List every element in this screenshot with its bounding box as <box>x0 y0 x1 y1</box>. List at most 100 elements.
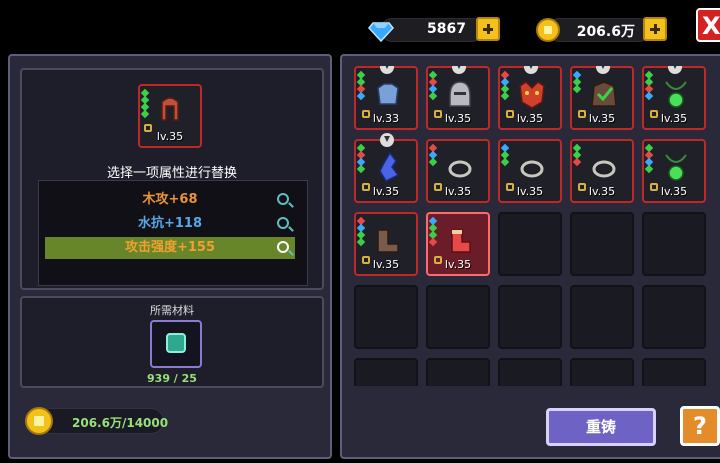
socket-gems <box>644 143 654 174</box>
add-gold-button[interactable] <box>643 17 667 41</box>
selected-item-slot[interactable]: lv.35 <box>138 84 202 148</box>
socket-gems <box>428 216 438 247</box>
recast-button[interactable]: 重铸 <box>546 408 656 446</box>
socket-gems <box>572 143 582 167</box>
attribute-option[interactable]: 水抗+118 <box>45 213 295 235</box>
upgrade-arrow-icon <box>380 133 394 147</box>
empty-slot[interactable] <box>426 285 490 349</box>
empty-slot[interactable] <box>498 212 562 276</box>
attribute-option-selected[interactable]: 攻击强度+155 <box>45 237 295 259</box>
boots-icon <box>161 97 179 121</box>
socket-gems <box>356 216 366 247</box>
boots-icon <box>377 229 399 253</box>
item-level: lv.35 <box>372 258 400 271</box>
close-button[interactable]: X <box>696 8 720 42</box>
help-button[interactable]: ? <box>680 406 720 446</box>
item-level: lv.35 <box>660 185 688 198</box>
inventory-item[interactable]: lv.35 <box>570 139 634 203</box>
empty-slot[interactable] <box>570 358 634 386</box>
rune-icon <box>166 333 186 353</box>
item-level: lv.35 <box>516 185 544 198</box>
inventory-item[interactable]: lv.35 <box>354 212 418 276</box>
socket-gems <box>500 143 510 167</box>
item-level: lv.35 <box>660 112 688 125</box>
helmet-icon <box>449 81 471 107</box>
item-level: lv.35 <box>588 185 616 198</box>
add-gems-button[interactable] <box>476 17 500 41</box>
empty-slot[interactable] <box>570 285 634 349</box>
attribute-section: lv.35 选择一项属性进行替换 木攻+68 水抗+118 攻击强度+155 <box>20 68 324 290</box>
socket-gems <box>428 70 438 101</box>
cloak-icon <box>591 81 617 107</box>
coin-icon <box>25 407 53 435</box>
inventory-item[interactable]: lv.35 <box>642 139 706 203</box>
inventory-item[interactable]: lv.35 <box>498 66 562 130</box>
armor-icon <box>377 83 399 105</box>
socket-gems <box>140 88 150 119</box>
empty-slot[interactable] <box>642 212 706 276</box>
empty-slot[interactable] <box>642 285 706 349</box>
empty-slot[interactable] <box>354 358 418 386</box>
empty-slot[interactable] <box>498 285 562 349</box>
empty-slot[interactable] <box>426 358 490 386</box>
ring-icon <box>520 160 544 178</box>
item-level: lv.35 <box>588 112 616 125</box>
ring-icon <box>592 160 616 178</box>
upgrade-arrow-icon <box>452 66 466 74</box>
empty-slot[interactable] <box>570 212 634 276</box>
diamond-icon <box>368 22 394 43</box>
socket-gems <box>572 70 582 94</box>
crystal-icon <box>379 151 400 182</box>
upgrade-arrow-icon <box>380 66 394 74</box>
magnifier-icon[interactable] <box>277 217 289 229</box>
upgrade-arrow-icon <box>668 66 682 74</box>
material-slot[interactable] <box>150 320 202 368</box>
item-level: lv.35 <box>372 185 400 198</box>
gold-cost: 206.6万/14000 <box>24 406 174 436</box>
empty-slot[interactable] <box>642 358 706 386</box>
socket-gems <box>500 70 510 101</box>
inventory-item[interactable]: lv.35 <box>354 133 418 203</box>
materials-section: 所需材料 939 / 25 <box>20 296 324 388</box>
attribute-option[interactable]: 木攻+68 <box>45 189 295 211</box>
inventory-item[interactable]: lv.35 <box>426 212 490 276</box>
close-icon: X <box>702 12 720 40</box>
gem-count: 5867 <box>427 21 466 37</box>
inventory-panel: lv.33 lv.35 lv.35 lv.35 lv.35 lv.35 lv.35 lv.35… <box>340 54 720 459</box>
item-level: lv.35 <box>444 258 472 271</box>
mask-icon <box>519 81 545 109</box>
select-title: 选择一项属性进行替换 <box>106 166 237 181</box>
gold-count: 206.6万 <box>576 24 635 40</box>
inventory-item[interactable]: lv.35 <box>570 66 634 130</box>
coin-icon <box>536 18 560 42</box>
inventory-item[interactable]: lv.35 <box>642 66 706 130</box>
materials-title: 所需材料 <box>150 304 194 317</box>
boots-red-icon <box>451 229 471 253</box>
empty-slot[interactable] <box>498 358 562 386</box>
attribute-list: 木攻+68 水抗+118 攻击强度+155 <box>38 180 308 286</box>
socket-gems <box>428 143 438 167</box>
socket-gems <box>356 70 366 101</box>
inventory-grid: lv.33 lv.35 lv.35 lv.35 lv.35 lv.35 lv.35 lv.35… <box>354 66 720 386</box>
socket-gems <box>356 143 366 174</box>
material-count: 939 / 25 <box>147 372 197 385</box>
magnifier-icon[interactable] <box>277 241 289 253</box>
inventory-item[interactable]: lv.35 <box>426 66 490 130</box>
ring-icon <box>448 160 472 178</box>
attribute-label: 攻击强度+155 <box>124 240 216 255</box>
upgrade-arrow-icon <box>596 66 610 74</box>
socket-gems <box>644 70 654 101</box>
inventory-item[interactable]: lv.35 <box>426 139 490 203</box>
attribute-label: 木攻+68 <box>142 192 198 207</box>
item-level: lv.35 <box>516 112 544 125</box>
upgrade-arrow-icon <box>524 66 538 74</box>
item-level: lv.35 <box>444 185 472 198</box>
amulet-icon <box>665 154 687 181</box>
item-level: lv.35 <box>156 130 184 143</box>
magnifier-icon[interactable] <box>277 193 289 205</box>
inventory-item[interactable]: lv.35 <box>498 139 562 203</box>
inventory-item[interactable]: lv.33 <box>354 66 418 130</box>
gold-currency: 206.6万 <box>535 17 671 43</box>
reforge-panel: lv.35 选择一项属性进行替换 木攻+68 水抗+118 攻击强度+155 所… <box>8 54 332 459</box>
empty-slot[interactable] <box>354 285 418 349</box>
